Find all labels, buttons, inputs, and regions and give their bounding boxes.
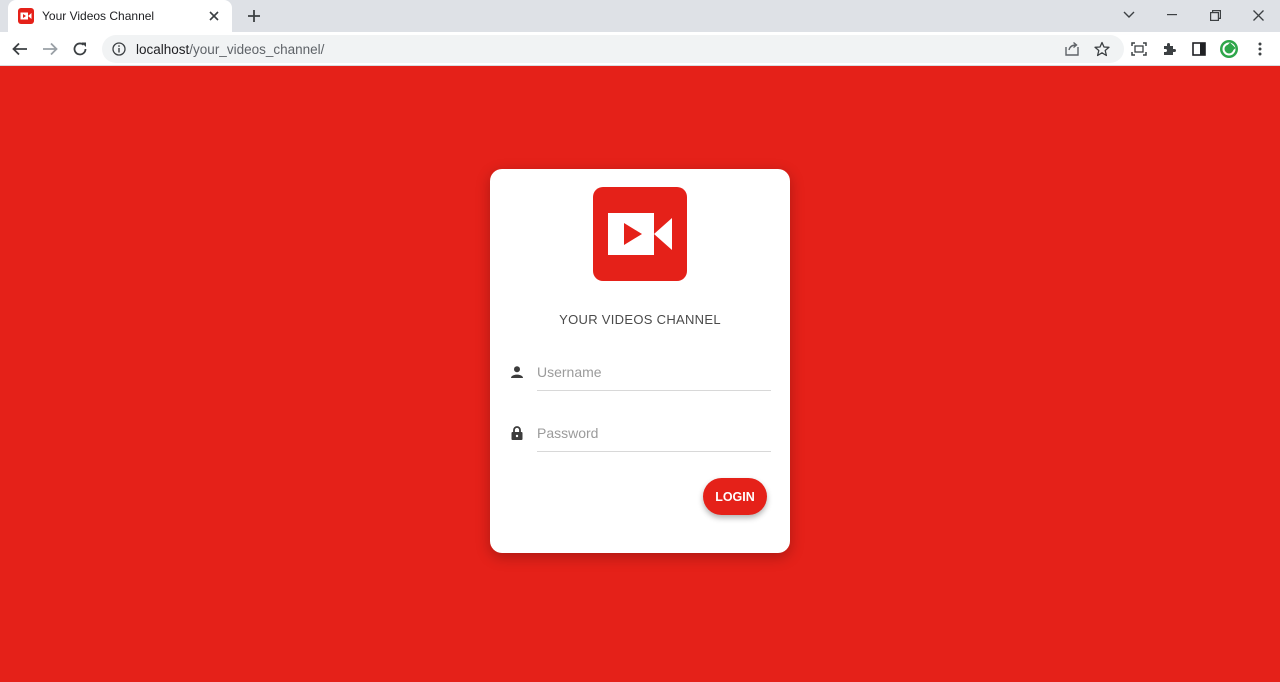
brand-title: YOUR VIDEOS CHANNEL: [559, 312, 721, 327]
channel-logo-icon: [593, 187, 687, 281]
video-camera-icon: [18, 8, 34, 24]
site-info-icon[interactable]: [112, 42, 126, 56]
reload-icon[interactable]: [67, 36, 93, 62]
password-input[interactable]: [537, 414, 771, 452]
more-menu-icon[interactable]: [1248, 37, 1272, 61]
username-input[interactable]: [537, 353, 771, 391]
user-icon: [510, 365, 524, 379]
address-bar[interactable]: localhost/your_videos_channel/: [102, 35, 1124, 63]
bookmark-star-icon[interactable]: [1090, 37, 1114, 61]
minimize-icon[interactable]: [1159, 4, 1185, 26]
tab-strip: Your Videos Channel: [0, 0, 1280, 32]
url-host: localhost: [136, 41, 190, 57]
back-arrow-icon[interactable]: [7, 36, 33, 62]
restore-icon[interactable]: [1202, 4, 1228, 26]
extensions-puzzle-icon[interactable]: [1157, 37, 1181, 61]
share-icon[interactable]: [1060, 37, 1084, 61]
login-card: YOUR VIDEOS CHANNEL LOGIN: [490, 169, 790, 553]
username-field: [510, 353, 772, 393]
side-panel-icon[interactable]: [1187, 37, 1211, 61]
close-tab-icon[interactable]: [206, 8, 222, 24]
forward-arrow-icon[interactable]: [37, 36, 63, 62]
lock-icon: [510, 426, 524, 440]
password-field: [510, 414, 772, 454]
browser-tab[interactable]: Your Videos Channel: [8, 0, 232, 32]
browser-toolbar: localhost/your_videos_channel/: [0, 32, 1280, 66]
new-tab-button[interactable]: [243, 5, 265, 27]
profile-avatar-icon[interactable]: [1217, 37, 1241, 61]
url-path: /your_videos_channel/: [189, 41, 325, 57]
login-button[interactable]: LOGIN: [703, 478, 767, 515]
close-window-icon[interactable]: [1245, 4, 1271, 26]
tab-title: Your Videos Channel: [42, 9, 155, 23]
screenshot-icon[interactable]: [1127, 37, 1151, 61]
tab-search-chevron-icon[interactable]: [1116, 4, 1142, 26]
